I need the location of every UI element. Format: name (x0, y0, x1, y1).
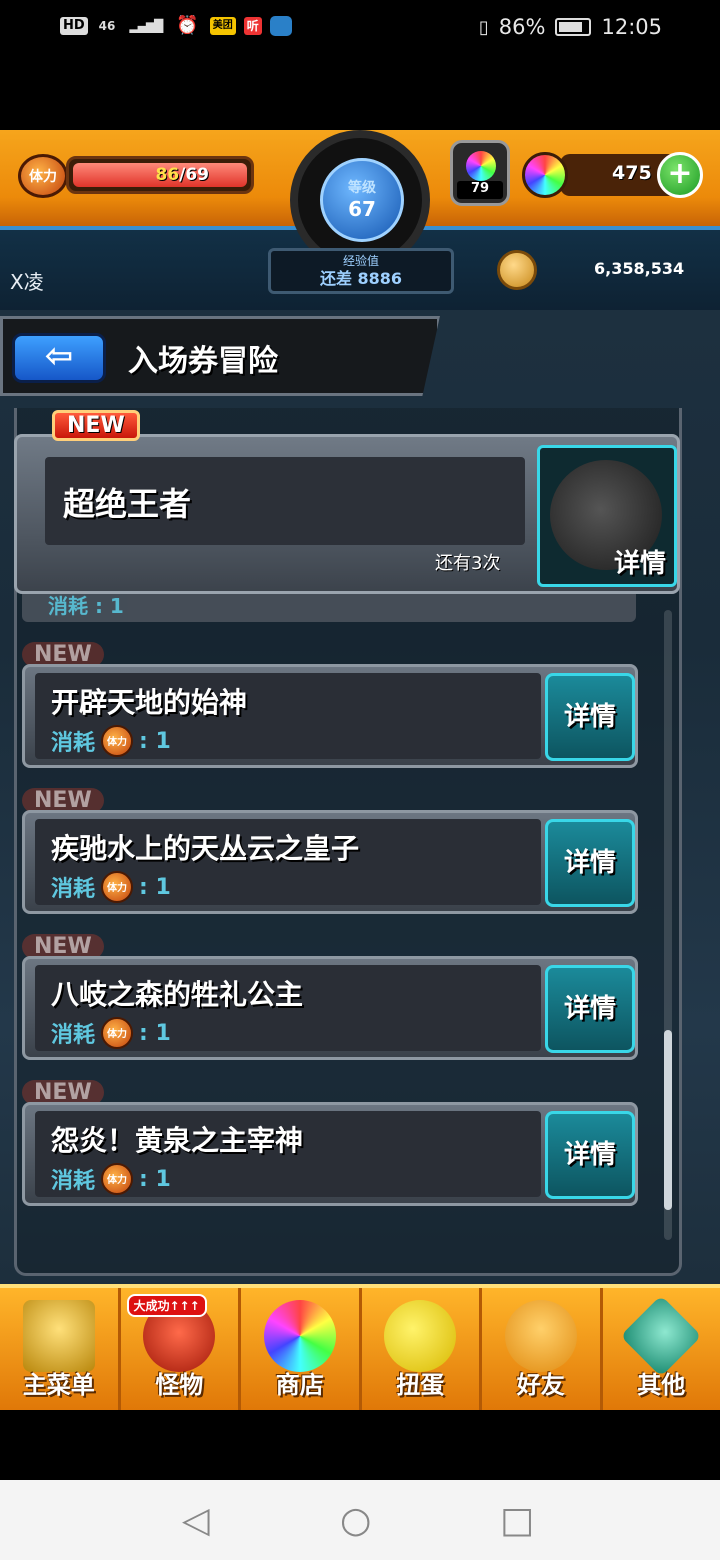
egg-count: 79 (457, 181, 503, 199)
level-label: 等级 (348, 180, 376, 196)
coin-icon (497, 250, 537, 290)
featured-title: 超绝王者 (63, 485, 192, 523)
orb-icon (522, 152, 568, 198)
details-button[interactable]: 详情 (545, 1111, 635, 1199)
remaining-count: 还有3次 (435, 553, 501, 574)
nav-shop[interactable]: 商店 (241, 1288, 362, 1410)
orb-icon (263, 1300, 336, 1372)
nav-friends[interactable]: 好友 (482, 1288, 603, 1410)
egg-ball-icon (466, 151, 496, 181)
scroll-thumb[interactable] (664, 1030, 672, 1210)
quest-row[interactable]: 八岐之森的牲礼公主 消耗 体力 : 1 详情 (22, 956, 638, 1060)
orb-count: 475 (612, 162, 652, 184)
status-bar: HD 46 ▂▄▆█ ⏰ 美团 听 ▯ 86% 12:05 (0, 0, 720, 60)
battery-percent: 86% (498, 15, 546, 39)
details-button[interactable]: 详情 (545, 819, 635, 907)
page-title: 入场券冒险 (128, 344, 278, 379)
back-button[interactable]: ⇦ (12, 333, 106, 383)
great-success-badge: 大成功↑↑↑ (126, 1294, 207, 1317)
nav-other[interactable]: 其他 (603, 1288, 720, 1410)
featured-details-button[interactable]: 详情 (537, 445, 677, 587)
coin-value: 6,358,534 (594, 259, 685, 278)
scrollbar[interactable] (664, 610, 672, 1240)
quest-cost: 消耗 体力 : 1 (51, 1163, 171, 1195)
quest-cost: 消耗 体力 : 1 (51, 725, 171, 757)
alarm-icon: ⏰ (176, 15, 199, 36)
stamina-icon: 体力 (18, 154, 68, 198)
level-value: 67 (348, 197, 376, 221)
details-button[interactable]: 详情 (545, 965, 635, 1053)
android-nav-bar: ◁ ○ □ (0, 1480, 720, 1560)
nav-monsters[interactable]: 大成功↑↑↑ 怪物 (121, 1288, 241, 1410)
vibrate-icon: ▯ (478, 16, 489, 38)
stamina-text: 86/69 (155, 165, 209, 185)
hd-icon: HD (60, 17, 88, 35)
network-type: 46 (98, 19, 116, 33)
details-button[interactable]: 详情 (545, 673, 635, 761)
stamina-icon: 体力 (101, 1163, 134, 1195)
new-badge: NEW (52, 410, 140, 441)
app-notification-icon (269, 16, 292, 36)
friends-icon (504, 1300, 577, 1372)
home-nav-button[interactable]: ○ (340, 1500, 371, 1541)
exp-label: 经验值 (342, 254, 379, 268)
buy-orbs-button[interactable]: + (657, 152, 703, 198)
exp-box: 经验值 还差 8886 (268, 248, 454, 294)
details-label: 详情 (613, 549, 666, 579)
quest-cost: 消耗 体力 : 1 (51, 1017, 171, 1049)
quest-row[interactable]: 开辟天地的始神 消耗 体力 : 1 详情 (22, 664, 638, 768)
egg-icon (384, 1300, 457, 1372)
stamina-bar: 86/69 (66, 156, 254, 194)
quest-title: 八岐之森的牲礼公主 (51, 978, 304, 1011)
nav-gacha[interactable]: 扭蛋 (362, 1288, 482, 1410)
back-nav-button[interactable]: ◁ (182, 1500, 210, 1541)
clock-time: 12:05 (601, 15, 662, 39)
quest-title: 怨炎！黄泉之主宰神 (51, 1124, 304, 1157)
castle-icon (22, 1300, 95, 1372)
quest-title: 疾驰水上的天丛云之皇子 (51, 832, 360, 865)
stamina-icon: 体力 (101, 871, 134, 903)
featured-quest-card[interactable]: 超绝王者 还有3次 详情 (14, 434, 680, 594)
player-name: X凌 (10, 270, 44, 294)
quest-title: 开辟天地的始神 (51, 686, 248, 719)
egg-counter[interactable]: 79 (450, 140, 510, 206)
stamina-icon: 体力 (101, 725, 134, 757)
game-screen: 体力 86/69 等级 67 经验值 还差 8886 79 475 + X凌 6… (0, 130, 720, 1410)
stamina-icon: 体力 (101, 1017, 134, 1049)
meituan-icon: 美团 (209, 17, 236, 35)
quest-cost: 消耗 体力 : 1 (51, 871, 171, 903)
quest-row[interactable]: 疾驰水上的天丛云之皇子 消耗 体力 : 1 详情 (22, 810, 638, 914)
nav-main-menu[interactable]: 主菜单 (0, 1288, 121, 1410)
level-badge: 等级 67 (320, 158, 404, 242)
bottom-nav: 主菜单 大成功↑↑↑ 怪物 商店 扭蛋 好友 其他 (0, 1284, 720, 1410)
quest-row[interactable]: 怨炎！黄泉之主宰神 消耗 体力 : 1 详情 (22, 1102, 638, 1206)
ting-app-icon: 听 (243, 17, 262, 35)
exp-remaining: 还差 8886 (319, 269, 403, 288)
battery-icon (555, 18, 592, 36)
recent-apps-button[interactable]: □ (500, 1500, 534, 1541)
signal-icon: ▂▄▆█ (129, 19, 163, 33)
partial-quest-row[interactable]: 消耗 : 1 (22, 590, 636, 622)
